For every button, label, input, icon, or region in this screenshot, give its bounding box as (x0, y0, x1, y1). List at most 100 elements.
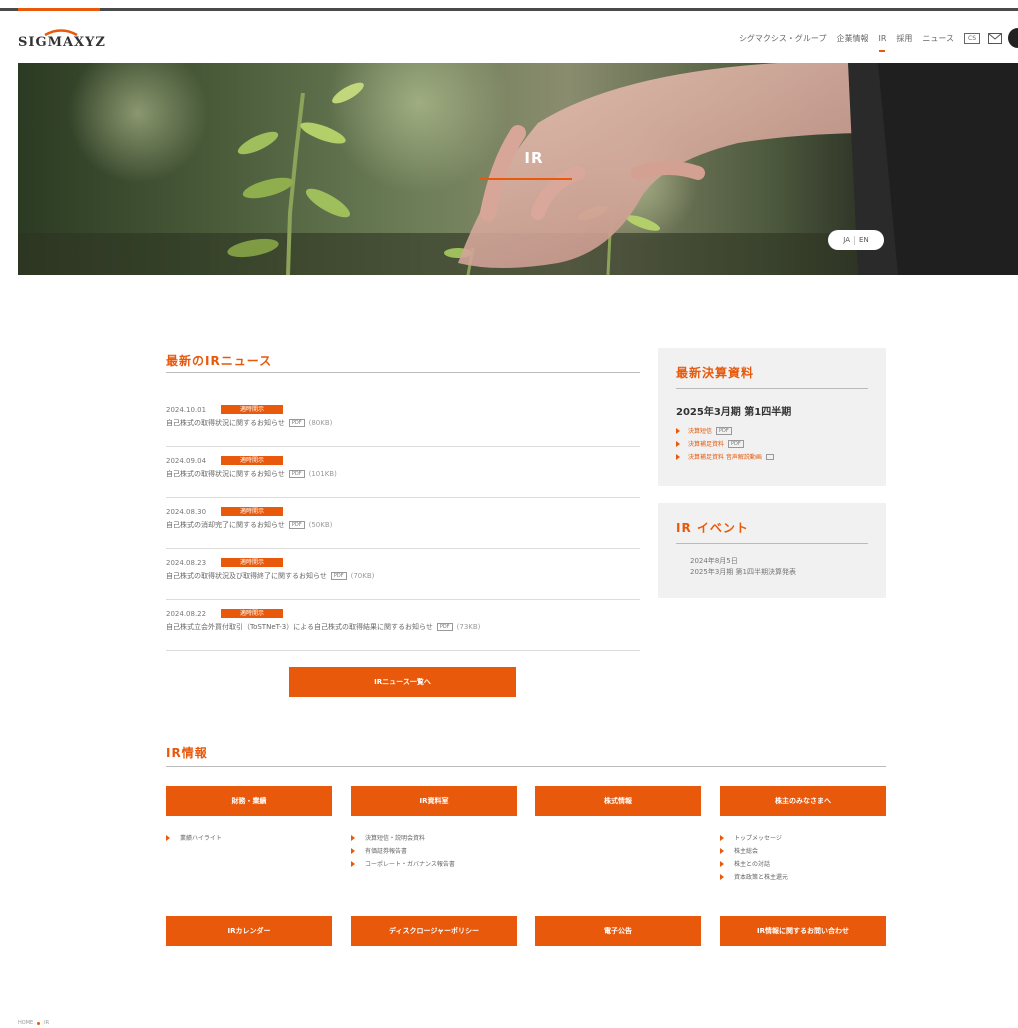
financial-link[interactable]: 決算補足資料 音声解説動画 (676, 450, 868, 463)
news-badge: 適時開示 (221, 456, 283, 465)
ir-news-list-button[interactable]: IRニュース一覧へ (289, 667, 516, 697)
news-badge: 適時開示 (221, 405, 283, 414)
news-date: 2024.08.23 (166, 558, 207, 567)
news-file-size: (101KB) (308, 470, 337, 478)
news-date: 2024.08.30 (166, 507, 207, 516)
ir-events-box: IR イベント 2024年8月5日 2025年3月期 第1四半期決算発表 (658, 503, 886, 598)
news-date: 2024.08.22 (166, 609, 207, 618)
sublink-label: 決算短信・説明会資料 (365, 835, 426, 842)
sublink-item[interactable]: 有価証券報告書 (351, 844, 455, 857)
sublink-item[interactable]: 株主との対話 (720, 857, 788, 870)
sublink-label: 業績ハイライト (180, 835, 222, 842)
arrow-right-icon (676, 440, 680, 447)
lang-ja[interactable]: JA (839, 236, 854, 244)
latest-financials-divider (676, 388, 868, 389)
ir-calendar-button[interactable]: IRカレンダー (166, 916, 332, 946)
news-link[interactable]: 自己株式の取得状況に関するお知らせ (166, 418, 285, 428)
news-file-size: (73KB) (456, 623, 481, 631)
global-nav: シグマクシス・グループ 企業情報 IR 採用 ニュース CS (739, 28, 1018, 52)
nav-item-company[interactable]: 企業情報 (836, 33, 868, 44)
arrow-right-icon (720, 834, 724, 841)
news-item[interactable]: 2024.08.23 適時開示 自己株式の取得状況及び取得終了に関するお知らせ … (166, 549, 640, 600)
ir-news-title: 最新のIRニュース (166, 354, 273, 368)
pdf-icon: PDF (728, 439, 744, 448)
menu-circle-icon[interactable] (1008, 28, 1018, 48)
breadcrumb-home[interactable]: HOME (18, 1020, 33, 1026)
sublink-item[interactable]: トップメッセージ (720, 831, 788, 844)
sigmaxyz-logo[interactable]: SIGMAXYZ (18, 28, 108, 50)
financial-period: 2025年3月期 第1四半期 (676, 407, 792, 418)
sublink-label: 資本政策と株主還元 (734, 874, 789, 881)
financial-link[interactable]: 決算補足資料 PDF (676, 437, 868, 450)
shareholders-sublinks: トップメッセージ 株主総会 株主との対話 資本政策と株主還元 (720, 831, 788, 883)
news-item[interactable]: 2024.08.30 適時開示 自己株式の消却完了に関するお知らせ PDF (5… (166, 498, 640, 549)
arrow-right-icon (676, 427, 680, 434)
arrow-right-icon (676, 453, 680, 460)
financial-link-label: 決算補足資料 音声解説動画 (688, 454, 762, 461)
top-bar (0, 8, 1018, 11)
financial-sublinks: 業績ハイライト (166, 831, 222, 844)
news-link[interactable]: 自己株式の消却完了に関するお知らせ (166, 520, 285, 530)
external-link-icon (765, 453, 774, 460)
pdf-icon: PDF (288, 470, 305, 478)
news-link[interactable]: 自己株式立会外買付取引（ToSTNeT-3）による自己株式の取得結果に関するお知… (166, 622, 433, 632)
news-badge: 適時開示 (221, 558, 283, 567)
sublink-item[interactable]: 資本政策と株主還元 (720, 870, 788, 883)
arrow-right-icon (720, 873, 724, 880)
top-bar-accent (18, 8, 100, 11)
arrow-right-icon (720, 847, 724, 854)
news-link[interactable]: 自己株式の取得状況及び取得終了に関するお知らせ (166, 571, 327, 581)
ir-events-divider (676, 543, 868, 544)
ir-news-divider (166, 372, 640, 373)
cs-box-icon[interactable]: CS (964, 32, 980, 44)
arrow-right-icon (351, 847, 355, 854)
ir-events-title: IR イベント (676, 521, 749, 535)
nav-item-group[interactable]: シグマクシス・グループ (739, 33, 827, 44)
news-file-size: (50KB) (308, 521, 333, 529)
financial-link[interactable]: 決算短信 PDF (676, 424, 868, 437)
news-item[interactable]: 2024.09.04 適時開示 自己株式の取得状況に関するお知らせ PDF (1… (166, 447, 640, 498)
sublink-item[interactable]: 決算短信・説明会資料 (351, 831, 455, 844)
sublink-label: トップメッセージ (734, 835, 782, 842)
breadcrumb-current: IR (44, 1020, 50, 1026)
news-date: 2024.09.04 (166, 456, 207, 465)
ir-contact-button[interactable]: IR情報に関するお問い合わせ (720, 916, 886, 946)
mail-icon[interactable] (988, 32, 1002, 44)
news-badge: 適時開示 (221, 507, 283, 516)
ir-info-title: IR情報 (166, 746, 208, 760)
sublink-label: 株主との対話 (734, 861, 770, 868)
electronic-notice-button[interactable]: 電子公告 (535, 916, 701, 946)
news-item[interactable]: 2024.08.22 適時開示 自己株式立会外買付取引（ToSTNeT-3）によ… (166, 600, 640, 651)
breadcrumb-separator-icon (37, 1021, 41, 1025)
arrow-right-icon (351, 860, 355, 867)
stock-info-button[interactable]: 株式情報 (535, 786, 701, 816)
arrow-right-icon (351, 834, 355, 841)
arrow-right-icon (720, 860, 724, 867)
hero-title: IR (524, 149, 544, 167)
nav-item-news[interactable]: ニュース (922, 33, 954, 44)
sublink-item[interactable]: 業績ハイライト (166, 831, 222, 844)
disclosure-policy-button[interactable]: ディスクロージャーポリシー (351, 916, 517, 946)
sublink-item[interactable]: コーポレート・ガバナンス報告書 (351, 857, 455, 870)
sublink-label: 株主総会 (734, 848, 759, 855)
news-item[interactable]: 2024.10.01 適時開示 自己株式の取得状況に関するお知らせ PDF (8… (166, 396, 640, 447)
nav-item-ir[interactable]: IR (878, 34, 886, 52)
news-file-size: (70KB) (350, 572, 375, 580)
financial-results-button[interactable]: 財務・業績 (166, 786, 332, 816)
ir-library-sublinks: 決算短信・説明会資料 有価証券報告書 コーポレート・ガバナンス報告書 (351, 831, 455, 870)
hero-title-underline (480, 178, 572, 180)
financial-link-label: 決算補足資料 (688, 441, 725, 448)
ir-library-button[interactable]: IR資料室 (351, 786, 517, 816)
language-switcher: JA EN (828, 230, 884, 250)
nav-item-recruit[interactable]: 採用 (896, 33, 912, 44)
news-link[interactable]: 自己株式の取得状況に関するお知らせ (166, 469, 285, 479)
event-text[interactable]: 2025年3月期 第1四半期決算発表 (690, 567, 868, 578)
lang-en[interactable]: EN (855, 236, 873, 244)
news-date: 2024.10.01 (166, 405, 207, 414)
news-badge: 適時開示 (221, 609, 283, 618)
sublink-label: 有価証券報告書 (365, 848, 408, 855)
shareholders-button[interactable]: 株主のみなさまへ (720, 786, 886, 816)
pdf-icon: PDF (436, 623, 453, 631)
pdf-icon: PDF (330, 572, 347, 580)
sublink-item[interactable]: 株主総会 (720, 844, 788, 857)
